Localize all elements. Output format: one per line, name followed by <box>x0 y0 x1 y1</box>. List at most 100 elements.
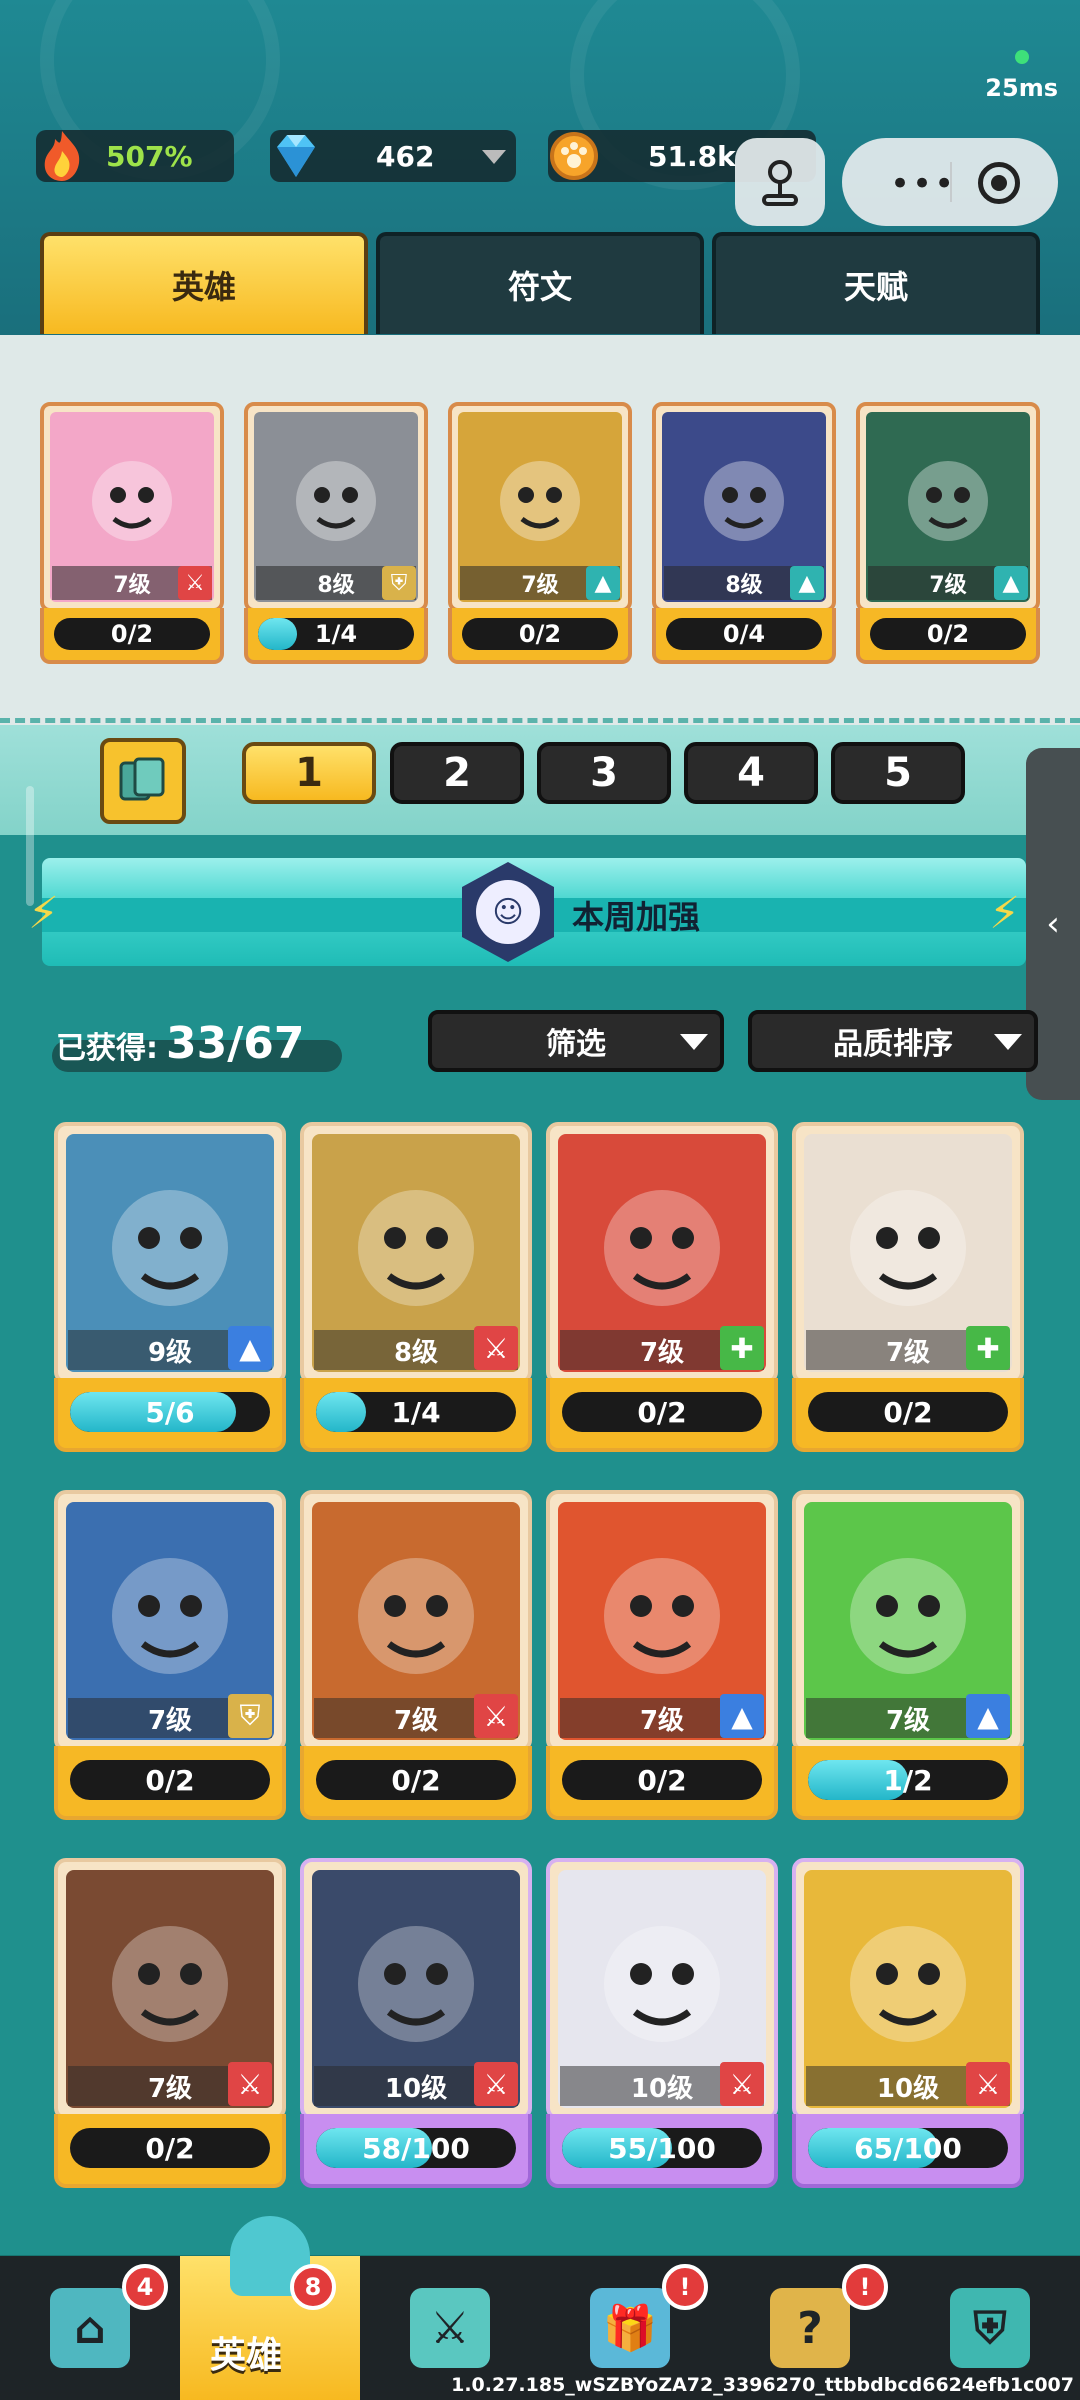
shard-progress-bar: 0/2 <box>808 1392 1008 1432</box>
deck-tab-3[interactable]: 3 <box>537 742 671 804</box>
diamond-icon <box>264 124 328 188</box>
shard-count: 0/2 <box>637 1763 687 1797</box>
shard-progress-bar: 0/2 <box>462 618 618 650</box>
hero-progress-footer: 0/2 <box>54 2114 286 2188</box>
arrow-up-icon: ▲ <box>228 1326 272 1370</box>
hero-portrait-frame: 10级 ⚔ <box>300 1858 532 2120</box>
joystick-button[interactable] <box>735 138 825 226</box>
hero-card[interactable]: 7级 ▲ 1/2 <box>792 1490 1024 1820</box>
shard-progress-bar: 0/2 <box>70 1760 270 1800</box>
deck-tab-4[interactable]: 4 <box>684 742 818 804</box>
signal-dot-icon <box>1014 50 1029 64</box>
hero-progress-footer: 0/2 <box>546 1746 778 1820</box>
hero-card[interactable]: 10级 ⚔ 58/100 <box>300 1858 532 2188</box>
hero-card[interactable]: 7级 ✚ 0/2 <box>546 1122 778 1452</box>
hero-progress-footer: 0/4 <box>652 608 836 664</box>
network-latency: 25ms <box>985 50 1058 102</box>
shard-progress-bar: 0/2 <box>70 2128 270 2168</box>
hero-card[interactable]: 10级 ⚔ 65/100 <box>792 1858 1024 2188</box>
question-card-icon: ? <box>770 2288 850 2368</box>
hero-progress-footer: 0/2 <box>300 1746 532 1820</box>
hero-card[interactable]: 9级 ▲ 5/6 <box>54 1122 286 1452</box>
deck-tab-5[interactable]: 5 <box>831 742 965 804</box>
mini-program-capsule[interactable]: ••• <box>842 138 1058 226</box>
hero-card[interactable]: 8级 ⚔ 1/4 <box>300 1122 532 1452</box>
more-icon[interactable]: ••• <box>890 164 956 204</box>
banner-title: 本周加强 <box>572 898 701 936</box>
sword-icon: ⚔ <box>474 1326 518 1370</box>
team-hero-card[interactable]: 7级 ▲ 0/2 <box>448 402 632 664</box>
deck-tab-1[interactable]: 1 <box>242 742 376 804</box>
tab-heroes[interactable]: 英雄 <box>40 232 368 334</box>
ghost-icon: ☺ <box>476 880 540 944</box>
team-hero-card[interactable]: 8级 ▲ 0/4 <box>652 402 836 664</box>
hero-progress-footer: 0/2 <box>546 1378 778 1452</box>
shard-count: 1/2 <box>883 1763 933 1797</box>
shard-count: 0/2 <box>883 1395 933 1429</box>
shard-count: 0/2 <box>637 1395 687 1429</box>
gems-resource[interactable]: 462 <box>270 130 516 182</box>
divider <box>0 718 1080 724</box>
hero-progress-footer: 0/2 <box>856 608 1040 664</box>
hero-progress-footer: 1/2 <box>792 1746 1024 1820</box>
hero-portrait-frame: 7级 ⚔ <box>54 1858 286 2120</box>
dropdown-arrow-icon <box>680 1034 708 1050</box>
shard-count: 1/4 <box>391 1395 441 1429</box>
hero-portrait-frame: 7级 ⚔ <box>40 402 224 612</box>
dropdown-arrow-icon <box>994 1034 1022 1050</box>
team-hero-card[interactable]: 7级 ▲ 0/2 <box>856 402 1040 664</box>
hero-portrait-frame: 7级 ▲ <box>448 402 632 612</box>
version-label: 1.0.27.185_wSZBYoZA72_3396270_ttbbdbcd66… <box>451 2374 1074 2396</box>
hero-portrait-frame: 7级 ▲ <box>792 1490 1024 1752</box>
hero-progress-footer: 1/4 <box>300 1378 532 1452</box>
hero-card[interactable]: 7级 ⚔ 0/2 <box>300 1490 532 1820</box>
deck-cards-button[interactable] <box>100 738 186 824</box>
shard-progress-bar: 0/2 <box>562 1392 762 1432</box>
arrow-up-icon: ▲ <box>586 566 620 600</box>
shard-count: 1/4 <box>314 620 358 648</box>
plus-icon: ✚ <box>720 1326 764 1370</box>
shard-count: 58/100 <box>362 2131 470 2165</box>
plus-icon: ✚ <box>966 1326 1010 1370</box>
arrow-up-icon: ▲ <box>966 1694 1010 1738</box>
shield-icon: ⛨ <box>228 1694 272 1738</box>
hero-portrait-frame: 7级 ✚ <box>546 1122 778 1384</box>
hero-portrait-frame: 7级 ✚ <box>792 1122 1024 1384</box>
hero-card[interactable]: 10级 ⚔ 55/100 <box>546 1858 778 2188</box>
shard-progress-bar: 0/2 <box>316 1760 516 1800</box>
deck-tab-2[interactable]: 2 <box>390 742 524 804</box>
tab-talents[interactable]: 天赋 <box>712 232 1040 334</box>
cat-shield-icon: ⛨ <box>950 2288 1030 2368</box>
swords-icon: ⚔ <box>410 2288 490 2368</box>
hero-card[interactable]: 7级 ⛨ 0/2 <box>54 1490 286 1820</box>
sword-icon: ⚔ <box>474 1694 518 1738</box>
team-hero-card[interactable]: 8级 ⛨ 1/4 <box>244 402 428 664</box>
hero-portrait-frame: 8级 ⛨ <box>244 402 428 612</box>
shield-icon: ⛨ <box>382 566 416 600</box>
shard-count: 0/2 <box>145 2131 195 2165</box>
shard-count: 0/2 <box>110 620 154 648</box>
notification-badge: ! <box>662 2264 708 2310</box>
close-target-icon[interactable] <box>978 162 1020 204</box>
hero-card[interactable]: 7级 ▲ 0/2 <box>546 1490 778 1820</box>
sort-button[interactable]: 品质排序 <box>748 1010 1038 1072</box>
power-resource[interactable]: 507% <box>36 130 234 182</box>
shard-progress-bar: 1/4 <box>316 1392 516 1432</box>
ghost-emblem-icon: ☺ <box>462 862 554 962</box>
hero-card[interactable]: 7级 ⚔ 0/2 <box>54 1858 286 2188</box>
shard-count: 0/2 <box>391 1763 441 1797</box>
shard-progress-bar: 0/2 <box>870 618 1026 650</box>
chevron-down-icon[interactable] <box>482 150 506 164</box>
team-hero-card[interactable]: 7级 ⚔ 0/2 <box>40 402 224 664</box>
shard-count: 65/100 <box>854 2131 962 2165</box>
hero-portrait-frame: 7级 ▲ <box>546 1490 778 1752</box>
hero-progress-footer: 58/100 <box>300 2114 532 2188</box>
shard-progress-bar: 1/2 <box>808 1760 1008 1800</box>
tab-runes[interactable]: 符文 <box>376 232 704 334</box>
hero-card[interactable]: 7级 ✚ 0/2 <box>792 1122 1024 1452</box>
hero-progress-footer: 65/100 <box>792 2114 1024 2188</box>
owned-count: 33/67 <box>166 1018 305 1069</box>
filter-button[interactable]: 筛选 <box>428 1010 724 1072</box>
shard-progress-bar: 55/100 <box>562 2128 762 2168</box>
weekly-boost-banner[interactable]: ⚡ ⚡ ☺ 本周加强 <box>28 858 1026 966</box>
